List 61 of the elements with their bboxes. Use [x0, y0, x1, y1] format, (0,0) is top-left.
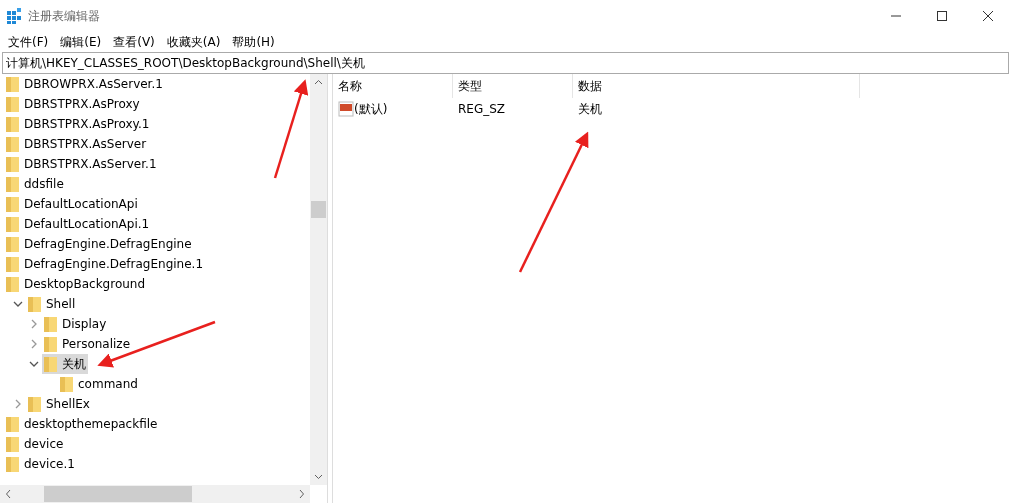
tree-item[interactable]: DBROWPRX.AsServer.1: [4, 74, 165, 94]
tree-item[interactable]: command: [58, 374, 140, 394]
value-type-cell-text: REG_SZ: [457, 101, 507, 118]
maximize-icon: [937, 11, 947, 21]
tree-item[interactable]: ddsfile: [4, 174, 66, 194]
expand-chevron-icon[interactable]: [29, 319, 39, 329]
registry-icon: [6, 8, 22, 24]
folder-icon: [6, 436, 19, 452]
folder-icon: [6, 76, 19, 92]
tree-item[interactable]: desktopthemepackfile: [4, 414, 160, 434]
folder-icon: [60, 376, 73, 392]
tree-item[interactable]: ShellEx: [26, 394, 92, 414]
menu-item[interactable]: 编辑(E): [54, 32, 108, 52]
tree-item[interactable]: DBRSTPRX.AsProxy: [4, 94, 142, 114]
tree-item[interactable]: Personalize: [42, 334, 133, 354]
folder-icon: [6, 416, 19, 432]
folder-icon: [44, 356, 57, 372]
tree-item[interactable]: Shell: [26, 294, 78, 314]
window-title: 注册表编辑器: [28, 8, 100, 25]
tree-item[interactable]: DBRSTPRX.AsProxy.1: [4, 114, 152, 134]
menu-item[interactable]: 查看(V): [107, 32, 161, 52]
tree-item[interactable]: DefragEngine.DefragEngine.1: [4, 254, 206, 274]
expand-chevron-icon[interactable]: [13, 399, 23, 409]
folder-icon: [44, 336, 57, 352]
folder-icon: [44, 316, 57, 332]
value-data-cell-text: 关机: [577, 101, 603, 118]
folder-icon: [6, 96, 19, 112]
tree-item[interactable]: DBRSTPRX.AsServer.1: [4, 154, 159, 174]
string-value-icon: [338, 101, 354, 117]
address-field[interactable]: 计算机\HKEY_CLASSES_ROOT\DesktopBackground\Shell\关机: [2, 52, 1009, 74]
menu-item[interactable]: 文件(F): [2, 32, 55, 52]
expand-chevron-icon[interactable]: [29, 339, 39, 349]
folder-icon: [6, 236, 19, 252]
menu-item[interactable]: 帮助(H): [226, 32, 281, 52]
scrollbar-thumb[interactable]: [44, 486, 192, 502]
tree-item[interactable]: DesktopBackground: [4, 274, 148, 294]
folder-icon: [6, 156, 19, 172]
tree-item[interactable]: DefaultLocationApi: [4, 194, 140, 214]
tree-item[interactable]: DefaultLocationApi.1: [4, 214, 152, 234]
collapse-chevron-icon[interactable]: [13, 299, 23, 309]
folder-icon: [6, 256, 19, 272]
folder-icon: [6, 196, 19, 212]
folder-icon: [6, 136, 19, 152]
tree-item[interactable]: 关机: [42, 354, 88, 374]
folder-icon: [28, 396, 41, 412]
folder-icon: [28, 296, 41, 312]
folder-icon: [6, 456, 19, 472]
folder-icon: [6, 176, 19, 192]
tree-item[interactable]: device.1: [4, 454, 77, 474]
tree-item[interactable]: DefragEngine.DefragEngine: [4, 234, 194, 254]
folder-icon: [6, 276, 19, 292]
tree-item[interactable]: DBRSTPRX.AsServer: [4, 134, 149, 154]
tree-item[interactable]: Display: [42, 314, 109, 334]
folder-icon: [6, 216, 19, 232]
value-name-cell[interactable]: (默认): [333, 100, 453, 118]
folder-icon: [6, 116, 19, 132]
tree-item[interactable]: device: [4, 434, 66, 454]
collapse-chevron-icon[interactable]: [29, 359, 39, 369]
close-icon: [983, 11, 993, 21]
scrollbar-thumb[interactable]: [311, 201, 326, 218]
menu-item[interactable]: 收藏夹(A): [160, 32, 227, 52]
